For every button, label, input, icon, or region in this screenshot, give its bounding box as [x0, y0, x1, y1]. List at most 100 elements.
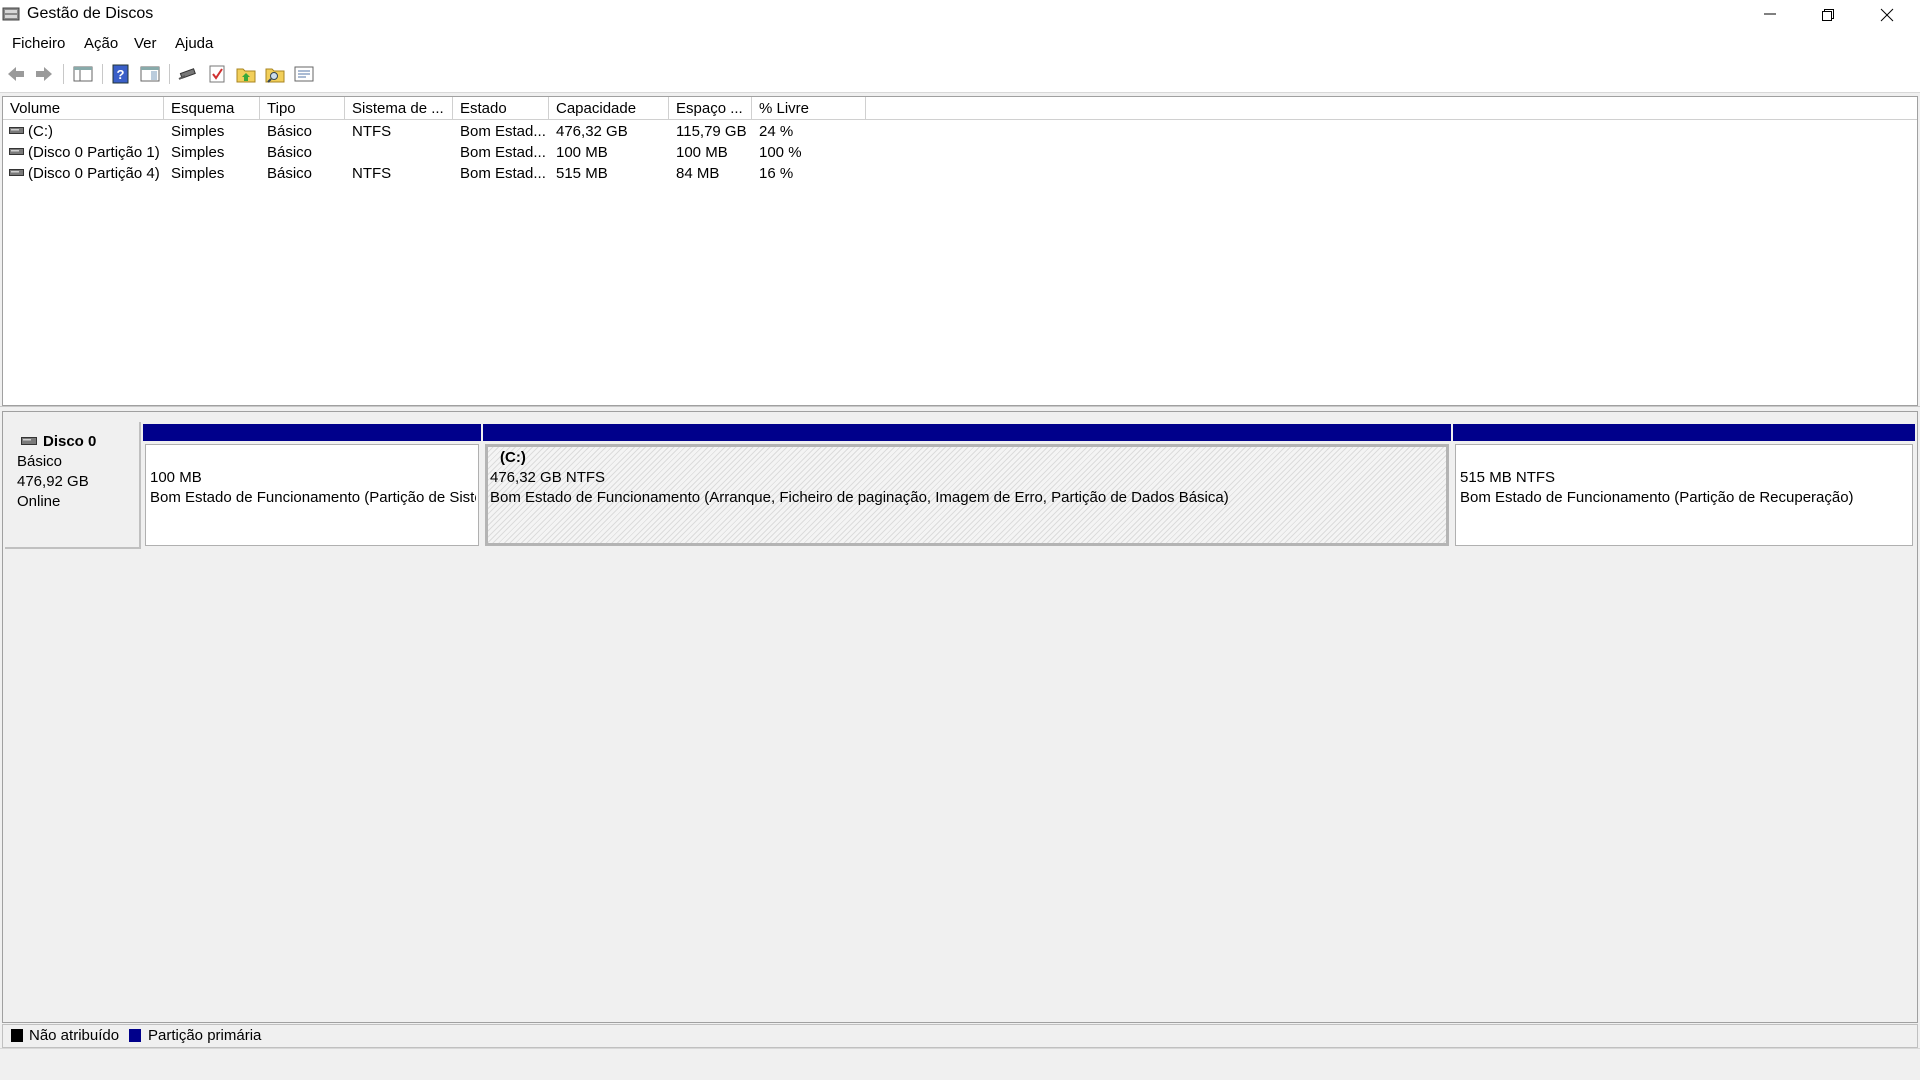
menu-ver[interactable]: Ver — [134, 35, 157, 52]
column-header-espaco[interactable]: Espaço ... — [669, 97, 752, 119]
cell-volume: (C:) — [28, 123, 53, 140]
partition-c[interactable]: (C:) 476,32 GB NTFS Bom Estado de Funcio… — [483, 424, 1451, 546]
svg-text:?: ? — [117, 67, 125, 82]
cell-tipo: Básico — [267, 144, 313, 161]
legend-swatch-unallocated — [11, 1029, 23, 1042]
disk-graphical-view: Disco 0 Básico 476,92 GB Online 100 MB B… — [2, 411, 1918, 1023]
partition-label: (C:) — [500, 449, 526, 466]
partition-size: 100 MB — [150, 469, 202, 486]
partition-body: 100 MB Bom Estado de Funcionamento (Part… — [145, 444, 479, 546]
volume-list-header: Volume Esquema Tipo Sistema de ... Estad… — [3, 97, 1917, 120]
cell-espaco: 115,79 GB — [676, 123, 747, 140]
connect-icon — [178, 68, 196, 80]
volume-icon — [9, 127, 24, 134]
cell-capacidade: 515 MB — [556, 165, 608, 182]
cell-capacidade: 476,32 GB — [556, 123, 628, 140]
partition-efi[interactable]: 100 MB Bom Estado de Funcionamento (Part… — [143, 424, 481, 546]
disk-icon — [21, 437, 37, 445]
cell-livre: 24 % — [759, 123, 794, 140]
check-icon — [209, 65, 225, 83]
cell-capacidade: 100 MB — [556, 144, 608, 161]
volume-icon — [9, 148, 24, 155]
disk-type: Básico — [17, 453, 63, 470]
cell-estado: Bom Estad... — [460, 165, 546, 182]
cell-sistema — [352, 142, 452, 163]
partition-recovery[interactable]: 515 MB NTFS Bom Estado de Funcionamento … — [1453, 424, 1915, 546]
primary-partition-bar — [1453, 424, 1915, 441]
partition-status: Bom Estado de Funcionamento (Partição de… — [150, 489, 476, 506]
column-header-sistema[interactable]: Sistema de ... — [345, 97, 453, 119]
cell-volume: (Disco 0 Partição 1) — [28, 144, 160, 161]
folder-search-button[interactable] — [264, 63, 286, 85]
forward-button[interactable] — [33, 63, 55, 85]
cell-espaco: 100 MB — [676, 144, 728, 161]
check-button[interactable] — [206, 63, 228, 85]
menu-bar: Ficheiro Ação Ver Ajuda — [0, 30, 1920, 56]
cell-volume: (Disco 0 Partição 4) — [28, 165, 160, 182]
menu-ajuda[interactable]: Ajuda — [175, 35, 213, 52]
back-button[interactable] — [5, 63, 27, 85]
help-button[interactable]: ? — [110, 63, 132, 85]
partition-size: 515 MB NTFS — [1460, 469, 1556, 486]
column-header-livre[interactable]: % Livre — [752, 97, 866, 119]
window-title: Gestão de Discos — [27, 5, 154, 22]
cell-esquema: Simples — [171, 144, 225, 161]
cell-espaco: 84 MB — [676, 165, 720, 182]
disk-size: 476,92 GB — [17, 473, 89, 490]
partition-status: Bom Estado de Funcionamento (Partição de… — [1460, 489, 1854, 506]
table-row[interactable]: (Disco 0 Partição 4) Simples Básico NTFS… — [3, 163, 1917, 184]
partition-body-selected: (C:) 476,32 GB NTFS Bom Estado de Funcio… — [485, 444, 1449, 546]
back-arrow-icon — [8, 67, 24, 81]
folder-up-icon — [236, 68, 256, 83]
column-header-esquema[interactable]: Esquema — [164, 97, 260, 119]
status-bar — [0, 1048, 1920, 1079]
cell-sistema: NTFS — [352, 123, 392, 140]
restore-icon — [1822, 9, 1834, 21]
cell-estado: Bom Estad... — [460, 123, 546, 140]
toolbar-separator — [102, 64, 103, 84]
settings-list-button[interactable] — [293, 63, 315, 85]
column-header-estado[interactable]: Estado — [453, 97, 549, 119]
column-header-tipo[interactable]: Tipo — [260, 97, 345, 119]
disk-status: Online — [17, 493, 61, 510]
partition-status: Bom Estado de Funcionamento (Arranque, F… — [490, 489, 1229, 506]
connect-drive-button[interactable] — [177, 63, 199, 85]
restore-button[interactable] — [1799, 0, 1857, 30]
column-header-capacidade[interactable]: Capacidade — [549, 97, 669, 119]
toolbar: ? — [0, 56, 1920, 93]
console-tree-icon — [73, 66, 93, 82]
title-bar: Gestão de Discos — [0, 0, 1920, 30]
settings-list-icon — [294, 66, 314, 82]
cell-esquema: Simples — [171, 165, 225, 182]
properties-button[interactable] — [139, 63, 161, 85]
primary-partition-bar — [483, 424, 1451, 441]
volume-list: Volume Esquema Tipo Sistema de ... Estad… — [2, 96, 1918, 406]
column-header-volume[interactable]: Volume — [3, 97, 164, 119]
table-row[interactable]: (C:) Simples Básico NTFS Bom Estad... 47… — [3, 121, 1917, 142]
disk-0-label[interactable]: Disco 0 Básico 476,92 GB Online — [5, 422, 141, 549]
disk-name: Disco 0 — [43, 433, 97, 450]
forward-arrow-icon — [36, 67, 52, 81]
cell-estado: Bom Estad... — [460, 144, 546, 161]
partition-body: 515 MB NTFS Bom Estado de Funcionamento … — [1455, 444, 1913, 546]
toolbar-separator — [63, 64, 64, 84]
cell-esquema: Simples — [171, 123, 225, 140]
close-button[interactable] — [1858, 0, 1916, 30]
minimize-button[interactable] — [1741, 0, 1799, 30]
primary-partition-bar — [143, 424, 481, 441]
volume-icon — [9, 169, 24, 176]
legend-swatch-primary — [129, 1029, 141, 1042]
table-row[interactable]: (Disco 0 Partição 1) Simples Básico Bom … — [3, 142, 1917, 163]
close-icon — [1880, 8, 1894, 22]
properties-icon — [140, 66, 160, 82]
toolbar-separator — [169, 64, 170, 84]
menu-ficheiro[interactable]: Ficheiro — [12, 35, 65, 52]
cell-livre: 16 % — [759, 165, 794, 182]
cell-tipo: Básico — [267, 123, 313, 140]
folder-up-button[interactable] — [235, 63, 257, 85]
show-console-tree-button[interactable] — [72, 63, 94, 85]
menu-acao[interactable]: Ação — [84, 35, 118, 52]
partition-size: 476,32 GB NTFS — [490, 469, 606, 486]
disk-management-app-icon — [2, 7, 20, 21]
cell-tipo: Básico — [267, 165, 313, 182]
